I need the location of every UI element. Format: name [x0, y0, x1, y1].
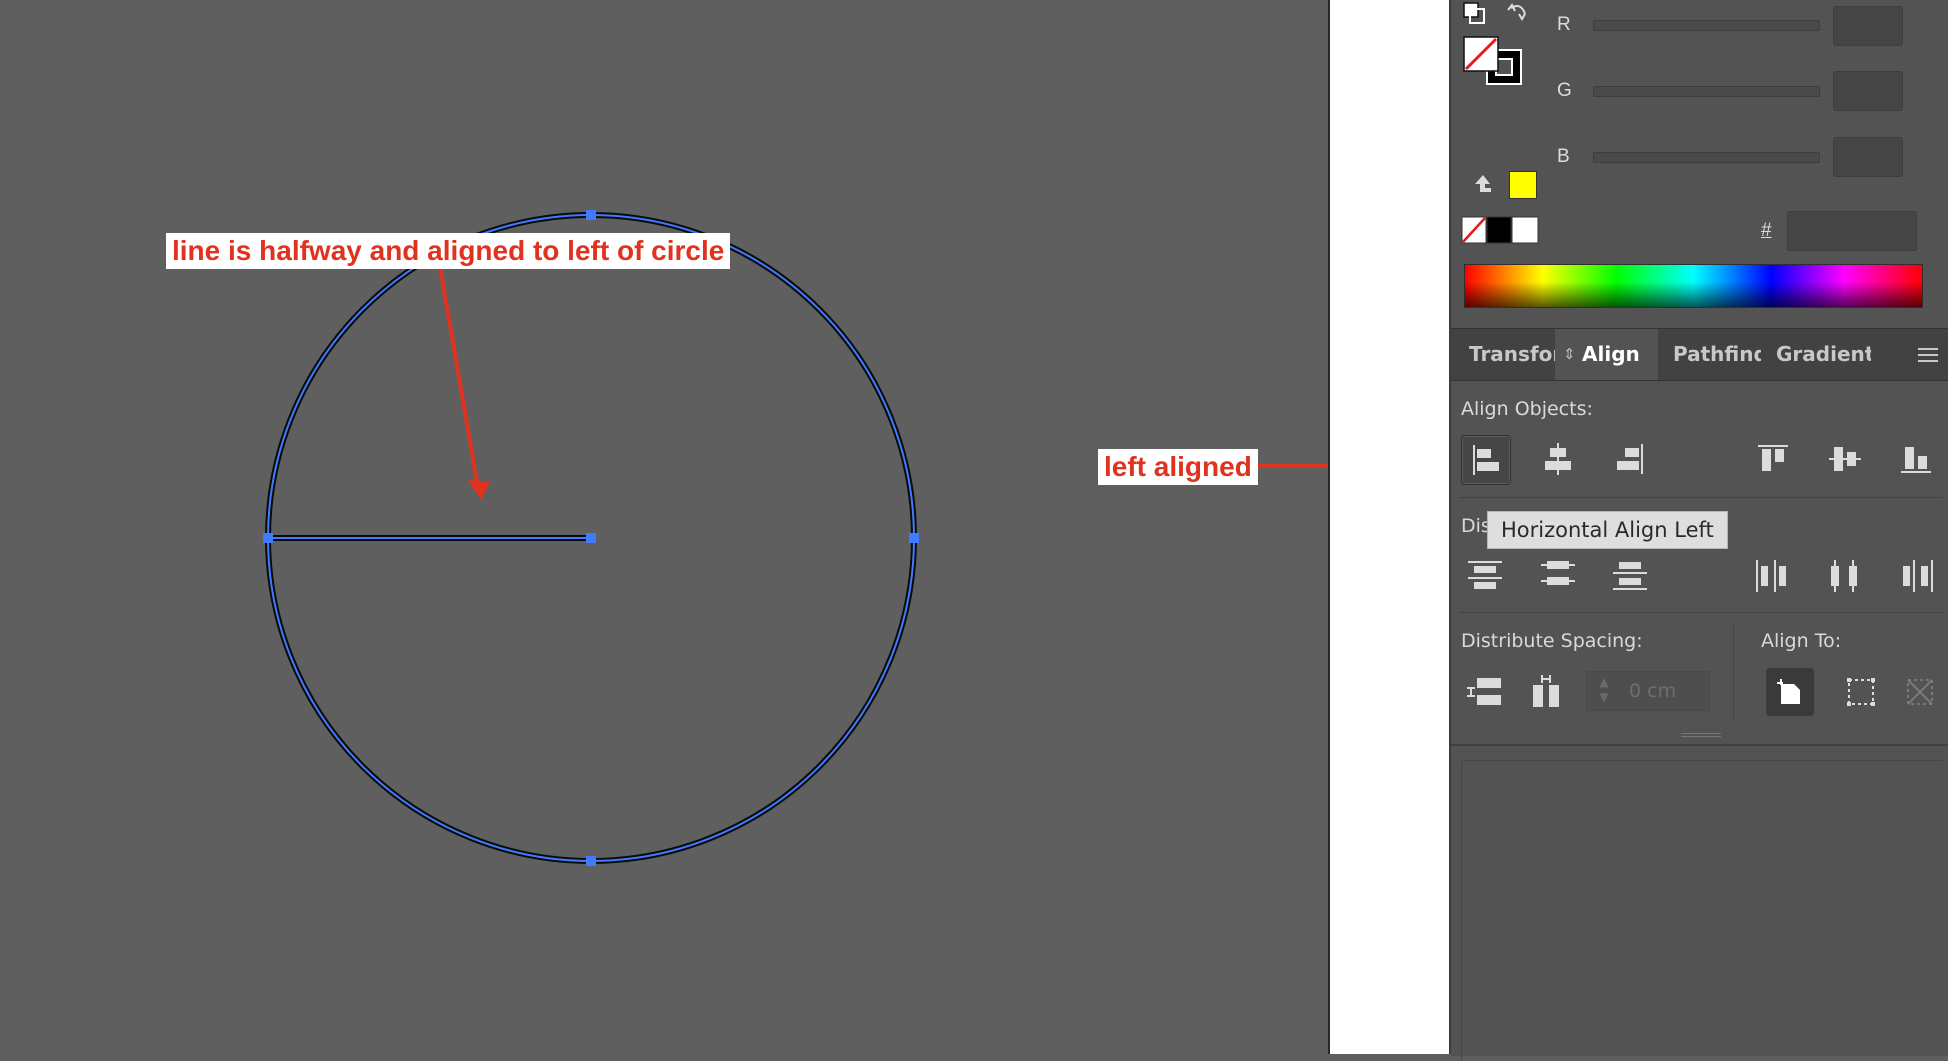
horizontal-align-left-icon [1473, 445, 1499, 475]
horizontal-distribute-center-button[interactable] [1821, 552, 1869, 600]
value-g[interactable] [1833, 71, 1903, 111]
tooltip: Horizontal Align Left [1487, 511, 1728, 549]
horizontal-align-right-icon [1617, 444, 1643, 474]
vertical-distribute-bottom-icon [1613, 562, 1647, 590]
channel-label-b: B [1557, 146, 1570, 167]
vertical-align-top-button[interactable] [1749, 435, 1797, 483]
vertical-align-bottom-button[interactable] [1892, 435, 1940, 483]
horizontal-align-center-icon [1545, 443, 1571, 475]
vertical-distribute-top-icon [1468, 561, 1502, 589]
horizontal-align-center-button[interactable] [1534, 435, 1582, 483]
align-to-key-object-button[interactable] [1896, 668, 1944, 716]
tab-gradient[interactable]: Gradient [1776, 329, 1871, 380]
align-to-artboard-button[interactable] [1766, 668, 1814, 716]
spacing-value: 0 cm [1629, 680, 1677, 702]
vertical-align-center-button[interactable] [1821, 435, 1869, 483]
align-objects-label: Align Objects: [1461, 398, 1593, 420]
quick-swatches[interactable] [1461, 216, 1541, 244]
annotation-panel-note: left aligned [1098, 449, 1258, 486]
slider-b[interactable] [1593, 152, 1820, 163]
horizontal-distribute-space-icon [1533, 675, 1559, 707]
panel-resize-grip[interactable] [1681, 731, 1721, 739]
tab-pathfinder[interactable]: Pathfind [1673, 329, 1761, 380]
vertical-align-top-icon [1758, 445, 1788, 471]
horizontal-distribute-center-icon [1831, 560, 1857, 592]
tab-stepper-icon: ⇕ [1563, 345, 1576, 363]
panel-menu-icon[interactable] [1917, 346, 1939, 364]
annotation-circle-note: line is halfway and aligned to left of c… [166, 233, 731, 270]
vertical-distribute-center-icon [1541, 561, 1575, 585]
align-to-key-object-icon [1907, 679, 1933, 705]
artboard-edge [1328, 0, 1451, 1054]
horizontal-distribute-left-icon [1756, 560, 1786, 592]
value-r[interactable] [1833, 6, 1903, 46]
horizontal-distribute-right-button[interactable] [1892, 552, 1940, 600]
anchor-point-line-end[interactable] [586, 533, 596, 543]
hex-input[interactable] [1787, 211, 1917, 251]
slider-r[interactable] [1593, 20, 1820, 31]
fill-stroke-icon[interactable] [1461, 0, 1541, 100]
channel-label-r: R [1557, 14, 1571, 35]
out-of-gamut-icon[interactable] [1471, 172, 1495, 196]
vertical-distribute-center-button[interactable] [1534, 552, 1582, 600]
horizontal-align-left-button[interactable] [1461, 435, 1511, 485]
value-b[interactable] [1833, 137, 1903, 177]
vertical-align-bottom-icon [1901, 447, 1931, 473]
slider-g[interactable] [1593, 86, 1820, 97]
distribute-spacing-label: Distribute Spacing: [1461, 630, 1643, 652]
panel-tab-bar: Transfor ⇕ Align Pathfind Gradient [1451, 328, 1948, 381]
hex-label: # [1761, 220, 1772, 241]
tab-align-label: Align [1582, 342, 1640, 366]
vertical-distribute-top-button[interactable] [1461, 552, 1509, 600]
align-to-artboard-icon [1777, 679, 1800, 704]
align-to-selection-button[interactable] [1837, 668, 1885, 716]
annotation-arrowhead-circle [468, 480, 490, 500]
align-to-label: Align To: [1761, 630, 1842, 652]
anchor-point-right[interactable] [909, 533, 919, 543]
vertical-align-center-icon [1829, 447, 1861, 471]
tab-transform[interactable]: Transfor [1469, 329, 1569, 380]
spacing-input[interactable]: ▲ ▼ 0 cm [1586, 671, 1710, 711]
artwork[interactable] [0, 0, 1328, 1054]
horizontal-distribute-left-button[interactable] [1749, 552, 1797, 600]
right-panel: R G B # Transfor ⇕ Align Pathfind Gradie… [1449, 0, 1948, 1061]
horizontal-distribute-right-icon [1903, 560, 1933, 592]
spacing-stepper[interactable]: ▲ ▼ [1591, 675, 1617, 707]
gamut-swatch[interactable] [1509, 171, 1537, 199]
vertical-distribute-space-icon [1467, 678, 1501, 705]
panel-dock-area [1461, 760, 1942, 1061]
horizontal-align-right-button[interactable] [1606, 435, 1654, 483]
align-to-selection-icon [1847, 678, 1875, 706]
anchor-point-bottom[interactable] [586, 856, 596, 866]
anchor-point-top[interactable] [586, 210, 596, 220]
vertical-distribute-space-button[interactable] [1461, 667, 1509, 715]
color-spectrum[interactable] [1464, 264, 1923, 308]
annotation-arrow-circle [438, 266, 480, 489]
vertical-distribute-bottom-button[interactable] [1606, 552, 1654, 600]
tab-align[interactable]: ⇕ Align [1555, 329, 1658, 380]
channel-label-g: G [1557, 80, 1572, 101]
horizontal-distribute-space-button[interactable] [1523, 667, 1571, 715]
separator [1733, 622, 1734, 720]
separator [1459, 612, 1943, 613]
anchor-point-left[interactable] [263, 533, 273, 543]
panel-empty-area [1451, 744, 1948, 1061]
separator [1459, 497, 1943, 498]
